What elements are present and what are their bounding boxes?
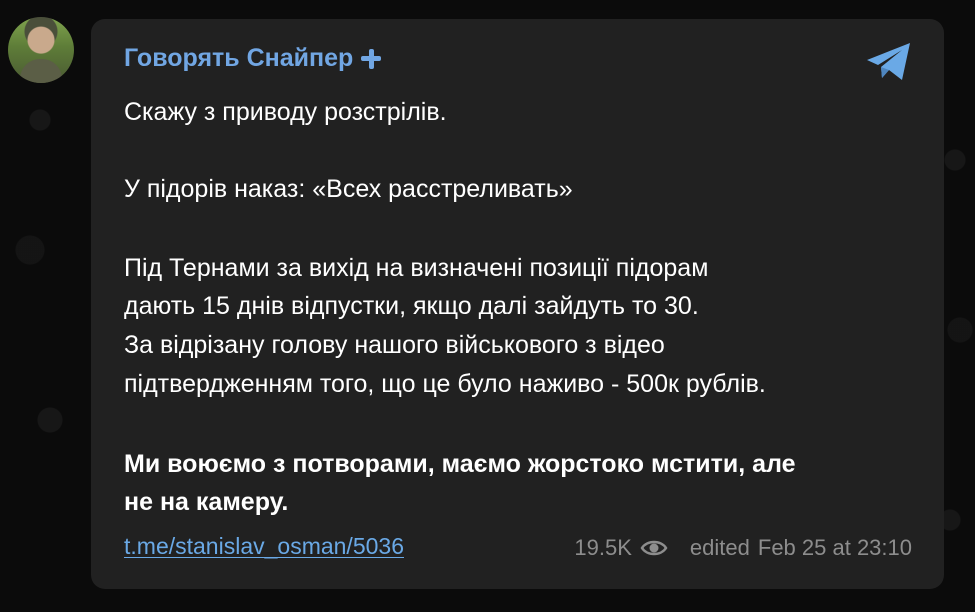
avatar-figure <box>20 59 62 83</box>
message-line: Під Тернами за вихід на визначені позиці… <box>124 254 709 282</box>
telegram-share-icon[interactable] <box>864 40 914 84</box>
view-count: 19.5K <box>574 535 632 560</box>
message-date: Feb 25 at 23:10 <box>757 535 912 560</box>
message-line: Скажу з приводу розстрілів. <box>124 98 447 126</box>
message-line: дають 15 днів відпустки, якщо далі зайду… <box>124 292 699 320</box>
message-line-bold: Ми воюємо з потворами, маємо жорстоко мс… <box>124 450 796 478</box>
post-link[interactable]: t.me/stanislav_osman/5036 <box>124 533 404 560</box>
message-meta: 19.5K edited Feb 25 at 23:10 <box>574 535 912 561</box>
message-line-bold: не на камеру. <box>124 488 289 516</box>
channel-name-label[interactable]: Говорять Снайпер <box>124 44 353 73</box>
message-line: У підорів наказ: «Всех расстреливать» <box>124 175 573 203</box>
edited-label: edited <box>689 535 750 560</box>
channel-name[interactable]: Говорять Снайпер <box>124 44 382 73</box>
avatar[interactable] <box>8 17 74 83</box>
cross-icon <box>361 48 382 69</box>
message-line: За відрізану голову нашого військового з… <box>124 331 665 359</box>
eye-icon <box>640 540 668 556</box>
message-line: підтвердженням того, що це було наживо -… <box>124 370 766 398</box>
